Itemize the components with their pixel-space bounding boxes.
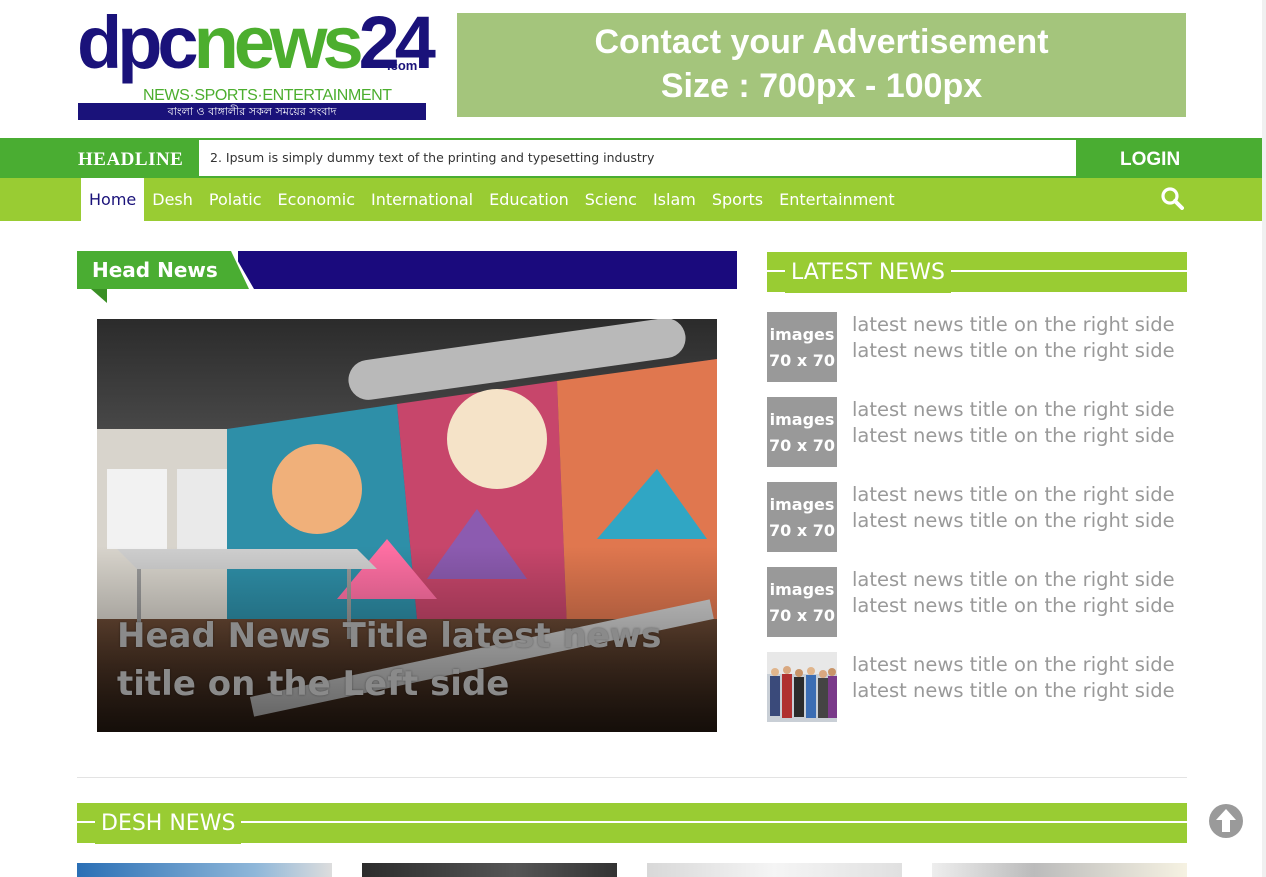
latest-news-line-right [950,270,1187,272]
latest-news-title[interactable]: latest news title on the right side lates… [852,397,1192,449]
latest-news-thumbnail: images 70 x 70 [767,567,837,637]
latest-news-thumbnail: images 70 x 70 [767,397,837,467]
page-scrollbar[interactable] [1262,0,1266,877]
desh-news-label: DESH NEWS [95,804,242,844]
desh-news-thumbnail[interactable] [932,863,1187,877]
nav-item-international[interactable]: International [363,178,481,221]
desh-news-thumbnail[interactable] [647,863,902,877]
latest-news-item[interactable]: images 70 x 70 latest news title on the r… [767,312,1187,382]
ad-line-1: Contact your Advertisement [594,23,1049,61]
desh-news-thumbnail[interactable] [77,863,332,877]
nav-item-home[interactable]: Home [81,178,145,221]
latest-news-item[interactable]: images 70 x 70 latest news title on the r… [767,482,1187,552]
latest-news-title[interactable]: latest news title on the right side lates… [852,652,1192,704]
headline-ticker[interactable]: 2. Ipsum is simply dummy text of the pri… [199,140,1076,176]
logo-wordmark: dpcnews24 [77,1,436,84]
latest-news-title[interactable]: latest news title on the right side lates… [852,567,1192,619]
desh-news-header-bar [77,803,1187,843]
head-news-label: Head News [92,258,218,282]
nav-item-entertainment[interactable]: Entertainment [771,178,902,221]
search-icon[interactable] [1160,186,1184,210]
latest-news-line-left [767,270,787,272]
site-logo[interactable]: dpcnews24 .com NEWS·SPORTS·ENTERTAINMENT… [77,6,436,120]
head-news-title[interactable]: Head News Title latest news title on the… [117,612,677,708]
desh-news-line-left [77,821,97,823]
nav-item-islam[interactable]: Islam [645,178,704,221]
arrow-up-circle-icon[interactable] [1208,803,1244,839]
latest-news-label: LATEST NEWS [785,253,951,293]
nav-item-sports[interactable]: Sports [704,178,771,221]
latest-news-thumbnail: images 70 x 70 [767,312,837,382]
nav-item-desh[interactable]: Desh [144,178,201,221]
ad-line-2: Size : 700px - 100px [660,67,983,105]
ticker-text[interactable]: 2. Ipsum is simply dummy text of the pri… [210,150,654,165]
latest-news-item[interactable]: images 70 x 70 latest news title on the r… [767,397,1187,467]
latest-news-title[interactable]: latest news title on the right side lates… [852,312,1192,364]
latest-news-item[interactable]: latest news title on the right side lates… [767,652,1187,722]
nav-item-education[interactable]: Education [481,178,577,221]
desh-news-line-right [240,821,1187,823]
latest-news-item[interactable]: images 70 x 70 latest news title on the r… [767,567,1187,637]
head-news-header-bar [238,251,737,289]
desh-news-thumbnail[interactable] [362,863,617,877]
advertisement-banner[interactable]: Contact your Advertisement Size : 700px … [457,13,1186,117]
nav-item-polatic[interactable]: Polatic [201,178,270,221]
nav-item-science[interactable]: Scienc [577,178,645,221]
latest-news-thumbnail: images 70 x 70 [767,482,837,552]
headline-label: HEADLINE [78,149,184,170]
nav-item-economic[interactable]: Economic [270,178,363,221]
login-button[interactable]: LOGIN [1120,149,1180,171]
section-divider [77,777,1187,778]
nav-menu: Home Desh Polatic Economic International… [81,178,903,221]
latest-news-photo-thumbnail [767,652,837,722]
logo-bangla-tagline: বাংলা ও বাঙ্গালীর সকল সময়ের সংবাদ [78,103,426,120]
logo-domain: .com [387,58,418,73]
latest-news-title[interactable]: latest news title on the right side lates… [852,482,1192,534]
